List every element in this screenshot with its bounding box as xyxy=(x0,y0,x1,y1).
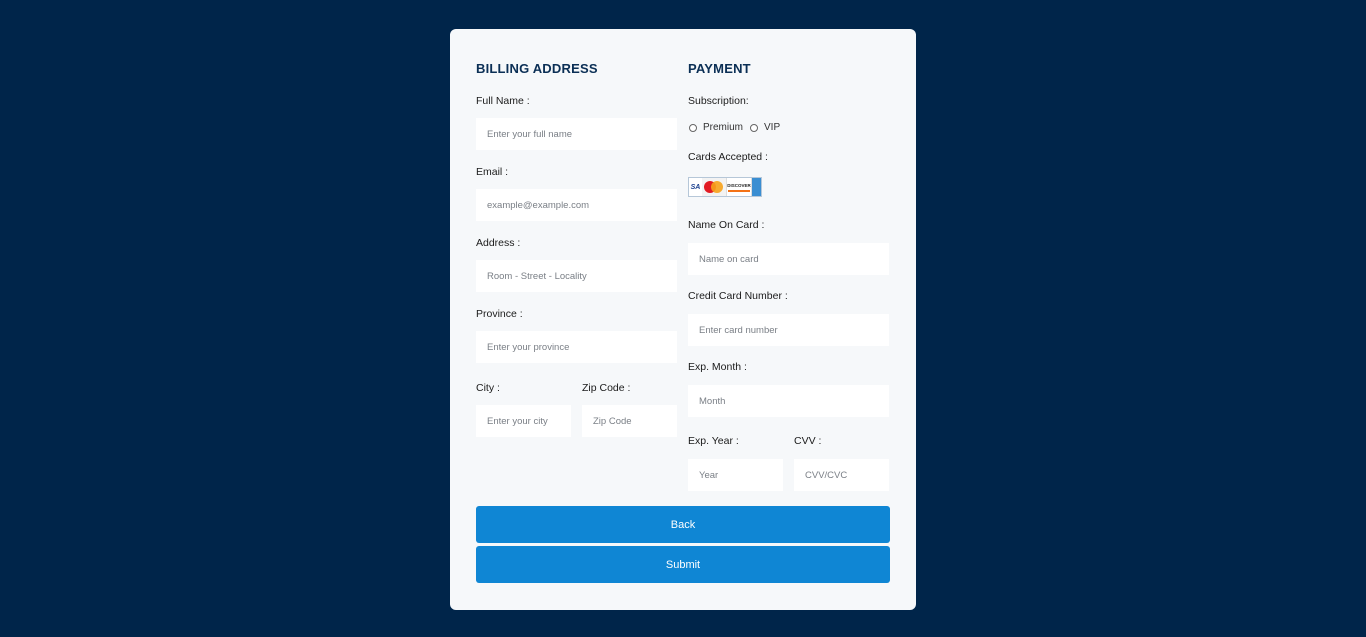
city-label: City : xyxy=(476,382,500,394)
visa-logo-icon: SA xyxy=(689,178,702,196)
card-number-label: Credit Card Number : xyxy=(688,290,788,302)
exp-month-input[interactable] xyxy=(688,385,889,417)
exp-month-label: Exp. Month : xyxy=(688,361,747,373)
email-label: Email : xyxy=(476,166,509,178)
accepted-cards-image: SA DISCOVER xyxy=(688,177,762,197)
submit-button[interactable]: Submit xyxy=(476,546,890,583)
premium-radio[interactable] xyxy=(689,123,697,132)
vip-radio[interactable] xyxy=(750,123,759,132)
subscription-options: Premium VIP xyxy=(688,122,786,133)
province-label: Province : xyxy=(476,308,523,320)
cards-accepted-label: Cards Accepted : xyxy=(688,151,768,163)
premium-radio-label[interactable]: Premium xyxy=(703,122,743,133)
discover-logo-icon: DISCOVER xyxy=(726,178,752,196)
name-on-card-input[interactable] xyxy=(688,243,889,275)
checkout-form-card: BILLING ADDRESS Full Name : Email : Addr… xyxy=(450,29,916,610)
full-name-label: Full Name : xyxy=(476,95,530,107)
email-input[interactable] xyxy=(476,189,677,221)
address-label: Address : xyxy=(476,237,521,249)
full-name-input[interactable] xyxy=(476,118,677,150)
vip-radio-label[interactable]: VIP xyxy=(764,122,780,133)
zip-code-label: Zip Code : xyxy=(582,382,631,394)
subscription-label: Subscription: xyxy=(688,95,749,107)
mastercard-logo-icon xyxy=(702,178,726,196)
exp-year-input[interactable] xyxy=(688,459,783,491)
exp-year-label: Exp. Year : xyxy=(688,435,739,447)
payment-heading: PAYMENT xyxy=(688,61,751,76)
card-number-input[interactable] xyxy=(688,314,889,346)
province-input[interactable] xyxy=(476,331,677,363)
amex-logo-icon xyxy=(752,178,761,196)
back-button[interactable]: Back xyxy=(476,506,890,543)
name-on-card-label: Name On Card : xyxy=(688,219,765,231)
billing-heading: BILLING ADDRESS xyxy=(476,61,598,76)
cvv-input[interactable] xyxy=(794,459,889,491)
zip-code-input[interactable] xyxy=(582,405,677,437)
city-input[interactable] xyxy=(476,405,571,437)
cvv-label: CVV : xyxy=(794,435,822,447)
address-input[interactable] xyxy=(476,260,677,292)
